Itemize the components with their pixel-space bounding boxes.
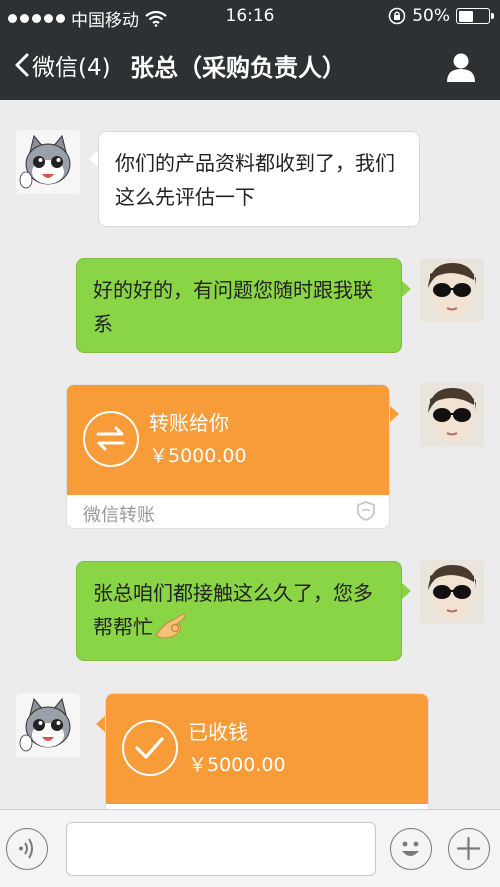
ok-hand-emoji-icon: [155, 613, 186, 639]
back-button[interactable]: 微信(4): [14, 48, 111, 82]
checkmark-icon: [122, 720, 178, 776]
transfer-card-top: 转账给你 ￥5000.00: [67, 385, 389, 495]
user-photo: [420, 258, 484, 322]
battery-fill: [458, 10, 473, 22]
voice-icon: [19, 838, 33, 859]
my-avatar[interactable]: [420, 560, 484, 624]
chat-area[interactable]: 你们的产品资料都收到了，我们这么先评估一下 好的好的，有问题您随时跟我联系 转账…: [0, 100, 500, 809]
bubble-tail: [401, 582, 411, 600]
lock-rotation-icon: [388, 7, 406, 25]
battery-percent: 50%: [412, 6, 450, 26]
profile-icon[interactable]: [444, 50, 478, 84]
contact-avatar[interactable]: [16, 693, 80, 757]
header: 中国移动 16:16 50% 微信(4) 张总（采购负责人）: [0, 0, 500, 100]
cat-avatar-icon: [16, 693, 80, 757]
transfer-amount: ￥5000.00: [149, 445, 247, 467]
more-button[interactable]: [448, 828, 490, 870]
user-photo: [420, 383, 484, 447]
shield-icon: [357, 501, 375, 521]
transfer-card-sent[interactable]: 转账给你 ￥5000.00 微信转账: [66, 384, 390, 529]
plus-icon: [456, 836, 481, 861]
transfer-arrows-icon: [83, 411, 139, 467]
emoji-button[interactable]: [390, 828, 432, 870]
message-text: 张总咱们都接触这么久了，您多帮帮忙: [93, 581, 373, 639]
input-bar: [0, 809, 500, 887]
transfer-card-top: 已收钱 ￥5000.00: [106, 694, 428, 804]
transfer-amount: ￥5000.00: [188, 754, 286, 776]
back-chevron-icon: [15, 53, 29, 77]
battery-icon: [456, 8, 494, 24]
back-label: 微信(4): [32, 55, 111, 81]
status-bar: 中国移动 16:16 50%: [0, 0, 500, 34]
transfer-footer-label: 微信转账: [83, 505, 155, 526]
bubble-tail: [389, 405, 399, 423]
cat-avatar-icon: [16, 130, 80, 194]
message-bubble-outgoing[interactable]: 张总咱们都接触这么久了，您多帮帮忙: [76, 561, 402, 661]
voice-button[interactable]: [6, 828, 48, 870]
emoji-icon: [402, 841, 419, 856]
nav-bar: 微信(4) 张总（采购负责人）: [0, 34, 500, 100]
message-text: 你们的产品资料都收到了，我们这么先评估一下: [115, 151, 395, 209]
transfer-card-received[interactable]: 已收钱 ￥5000.00: [105, 693, 429, 809]
message-bubble-outgoing[interactable]: 好的好的，有问题您随时跟我联系: [76, 258, 402, 353]
message-text: 好的好的，有问题您随时跟我联系: [93, 278, 373, 336]
chat-title: 张总（采购负责人）: [130, 54, 346, 82]
transfer-title: 转账给你: [149, 411, 229, 435]
transfer-card-footer: 微信转账: [67, 495, 389, 528]
message-bubble-incoming[interactable]: 你们的产品资料都收到了，我们这么先评估一下: [98, 131, 420, 227]
my-avatar[interactable]: [420, 258, 484, 322]
status-right: 50%: [388, 6, 494, 26]
user-photo: [420, 560, 484, 624]
contact-avatar[interactable]: [16, 130, 80, 194]
bubble-tail: [401, 280, 411, 298]
message-input[interactable]: [66, 822, 376, 876]
my-avatar[interactable]: [420, 383, 484, 447]
transfer-title: 已收钱: [188, 720, 248, 744]
